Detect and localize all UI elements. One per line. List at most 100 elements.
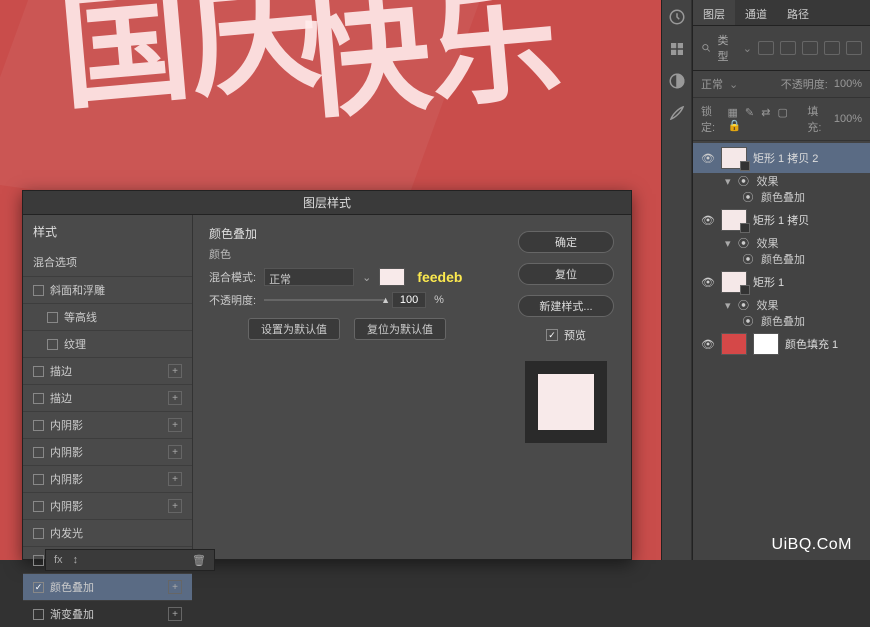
- visibility-icon[interactable]: ⦿: [737, 235, 751, 251]
- preview-checkbox[interactable]: ✓: [546, 329, 558, 341]
- fx-item[interactable]: 颜色叠加: [761, 189, 805, 205]
- filter-type-icon[interactable]: [802, 41, 818, 55]
- fx-icon[interactable]: fx: [54, 554, 63, 566]
- checkbox[interactable]: [33, 555, 44, 566]
- layer-thumb[interactable]: [721, 333, 747, 355]
- layer-row[interactable]: 👁 矩形 1 拷贝: [693, 205, 870, 235]
- layer-row[interactable]: 👁 矩形 1 拷贝 2: [693, 143, 870, 173]
- blend-options[interactable]: 混合选项: [23, 248, 192, 276]
- checkbox[interactable]: [33, 420, 44, 431]
- filter-adjust-icon[interactable]: [780, 41, 796, 55]
- style-option[interactable]: 内阴影+: [23, 465, 192, 492]
- search-icon[interactable]: [701, 42, 712, 54]
- brush-icon[interactable]: [668, 104, 686, 122]
- style-option[interactable]: 描边+: [23, 384, 192, 411]
- fx-item[interactable]: 颜色叠加: [761, 313, 805, 329]
- layer-thumb[interactable]: [721, 147, 747, 169]
- lock-icons[interactable]: ▦ ✎ ⇄ ▢ 🔒: [727, 106, 795, 132]
- option-label: 内阴影: [50, 498, 83, 514]
- layer-name[interactable]: 颜色填充 1: [785, 336, 838, 352]
- visibility-icon[interactable]: 👁: [701, 338, 715, 351]
- style-option[interactable]: 内阴影+: [23, 438, 192, 465]
- style-option[interactable]: 内阴影+: [23, 411, 192, 438]
- checkbox[interactable]: [33, 447, 44, 458]
- expand-icon[interactable]: ▾: [725, 299, 731, 312]
- color-swatch[interactable]: [379, 268, 405, 286]
- visibility-icon[interactable]: 👁: [701, 214, 715, 227]
- panel-tabs: 图层 通道 路径: [693, 0, 870, 26]
- checkbox[interactable]: [33, 609, 44, 620]
- tab-channels[interactable]: 通道: [735, 0, 777, 25]
- add-icon[interactable]: +: [168, 499, 182, 513]
- mask-thumb[interactable]: [753, 333, 779, 355]
- ok-button[interactable]: 确定: [518, 231, 614, 253]
- add-icon[interactable]: +: [168, 418, 182, 432]
- filter-chevron-icon[interactable]: ⌄: [743, 42, 752, 55]
- visibility-icon[interactable]: ⦿: [737, 297, 751, 313]
- add-icon[interactable]: +: [168, 445, 182, 459]
- swatches-icon[interactable]: [668, 40, 686, 58]
- add-icon[interactable]: +: [168, 607, 182, 621]
- layer-thumb[interactable]: [721, 271, 747, 293]
- blend-mode-select[interactable]: 正常: [701, 76, 723, 92]
- visibility-icon[interactable]: ⦿: [741, 313, 755, 329]
- arrow-icon[interactable]: ↕: [73, 554, 79, 566]
- blend-mode-select[interactable]: 正常: [264, 268, 354, 286]
- reset-default-button[interactable]: 复位为默认值: [354, 318, 446, 340]
- checkbox[interactable]: [33, 528, 44, 539]
- style-option[interactable]: 纹理: [23, 330, 192, 357]
- opacity-input[interactable]: 100: [392, 292, 426, 308]
- visibility-icon[interactable]: ⦿: [741, 189, 755, 205]
- expand-icon[interactable]: ▾: [725, 237, 731, 250]
- trash-icon[interactable]: 🗑: [192, 554, 206, 567]
- layer-name[interactable]: 矩形 1: [753, 274, 784, 290]
- chevron-down-icon[interactable]: ⌄: [362, 271, 371, 284]
- new-style-button[interactable]: 新建样式...: [518, 295, 614, 317]
- expand-icon[interactable]: ▾: [725, 175, 731, 188]
- style-option[interactable]: 内阴影 +: [23, 492, 192, 519]
- checkbox[interactable]: ✓: [33, 582, 44, 593]
- filter-pixel-icon[interactable]: [758, 41, 774, 55]
- opacity-slider[interactable]: [264, 299, 384, 301]
- visibility-icon[interactable]: ⦿: [741, 251, 755, 267]
- checkbox[interactable]: [47, 339, 58, 350]
- lock-row: 锁定: ▦ ✎ ⇄ ▢ 🔒 填充: 100%: [693, 98, 870, 141]
- visibility-icon[interactable]: 👁: [701, 152, 715, 165]
- style-option[interactable]: ✓颜色叠加+: [23, 573, 192, 600]
- checkbox[interactable]: [33, 474, 44, 485]
- tab-paths[interactable]: 路径: [777, 0, 819, 25]
- opacity-value[interactable]: 100%: [834, 78, 862, 90]
- layer-row[interactable]: 👁 颜色填充 1: [693, 329, 870, 359]
- make-default-button[interactable]: 设置为默认值: [248, 318, 340, 340]
- style-option[interactable]: 渐变叠加+: [23, 600, 192, 627]
- tab-layers[interactable]: 图层: [693, 0, 735, 25]
- style-option[interactable]: 等高线: [23, 303, 192, 330]
- style-option[interactable]: 描边+: [23, 357, 192, 384]
- visibility-icon[interactable]: ⦿: [737, 173, 751, 189]
- add-icon[interactable]: +: [168, 472, 182, 486]
- layer-name[interactable]: 矩形 1 拷贝 2: [753, 150, 818, 166]
- cancel-button[interactable]: 复位: [518, 263, 614, 285]
- visibility-icon[interactable]: 👁: [701, 276, 715, 289]
- blend-mode-label: 混合模式:: [209, 269, 256, 285]
- fx-item[interactable]: 颜色叠加: [761, 251, 805, 267]
- checkbox[interactable]: [33, 393, 44, 404]
- filter-shape-icon[interactable]: [824, 41, 840, 55]
- layer-thumb[interactable]: [721, 209, 747, 231]
- fill-value[interactable]: 100%: [834, 113, 862, 125]
- layer-name[interactable]: 矩形 1 拷贝: [753, 212, 809, 228]
- add-icon[interactable]: +: [168, 364, 182, 378]
- checkbox[interactable]: [47, 312, 58, 323]
- add-icon[interactable]: +: [168, 391, 182, 405]
- add-icon[interactable]: +: [168, 580, 182, 594]
- style-option[interactable]: 内发光: [23, 519, 192, 546]
- checkbox[interactable]: [33, 285, 44, 296]
- adjust-icon[interactable]: [668, 72, 686, 90]
- layer-row[interactable]: 👁 矩形 1: [693, 267, 870, 297]
- chevron-down-icon[interactable]: ⌄: [729, 78, 738, 91]
- filter-smart-icon[interactable]: [846, 41, 862, 55]
- style-option[interactable]: 斜面和浮雕: [23, 276, 192, 303]
- history-icon[interactable]: [668, 8, 686, 26]
- checkbox[interactable]: [33, 501, 44, 512]
- checkbox[interactable]: [33, 366, 44, 377]
